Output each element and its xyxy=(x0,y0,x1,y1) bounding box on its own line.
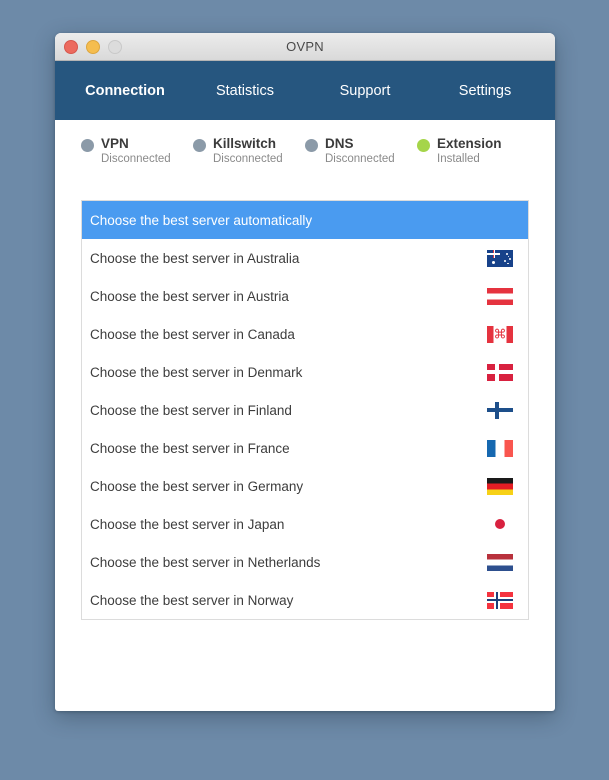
status-state-killswitch: Disconnected xyxy=(213,153,283,165)
flag-france-icon xyxy=(487,439,513,457)
main-navigation: Connection Statistics Support Settings xyxy=(55,61,555,120)
server-row-label: Choose the best server in Japan xyxy=(90,516,285,532)
zoom-window-icon[interactable] xyxy=(108,39,122,54)
server-row-label: Choose the best server in Canada xyxy=(90,326,295,342)
list-item[interactable]: Choose the best server in Australia xyxy=(82,239,528,277)
title-bar: OVPN xyxy=(55,33,555,61)
list-item[interactable]: Choose the best server in Netherlands xyxy=(82,543,528,581)
status-dot-icon xyxy=(193,139,206,152)
status-label-dns: DNS xyxy=(325,136,354,151)
server-row-label: Choose the best server in Netherlands xyxy=(90,554,321,570)
minimize-window-icon[interactable] xyxy=(86,39,100,54)
status-item-vpn: VPN Disconnected xyxy=(81,136,193,168)
server-row-label: Choose the best server in Germany xyxy=(90,478,304,494)
list-item[interactable]: Choose the best server in Canada ⌘ xyxy=(82,315,528,353)
server-row-label: Choose the best server in Denmark xyxy=(90,364,303,380)
status-item-dns: DNS Disconnected xyxy=(305,136,417,168)
close-window-icon[interactable] xyxy=(64,39,78,54)
flag-japan-icon xyxy=(487,515,513,533)
list-item[interactable]: Choose the best server in Denmark xyxy=(82,353,528,391)
server-row-label: Choose the best server automatically xyxy=(90,212,313,228)
status-indicators: VPN Disconnected Killswitch Disconnected… xyxy=(55,120,555,168)
tab-statistics[interactable]: Statistics xyxy=(185,83,305,99)
window-title: OVPN xyxy=(286,39,324,54)
list-item[interactable]: Choose the best server in Japan xyxy=(82,505,528,543)
status-label-extension: Extension xyxy=(437,136,502,151)
status-state-extension: Installed xyxy=(437,153,480,165)
server-row-label: Choose the best server in Finland xyxy=(90,402,292,418)
server-row-label: Choose the best server in Austria xyxy=(90,288,289,304)
status-state-vpn: Disconnected xyxy=(101,153,171,165)
tab-support[interactable]: Support xyxy=(305,83,425,99)
status-dot-icon xyxy=(305,139,318,152)
flag-norway-icon xyxy=(487,591,513,609)
list-item[interactable]: Choose the best server in Norway xyxy=(82,581,528,619)
flag-netherlands-icon xyxy=(487,553,513,571)
status-state-dns: Disconnected xyxy=(325,153,395,165)
list-item[interactable]: Choose the best server in Germany xyxy=(82,467,528,505)
status-dot-icon xyxy=(81,139,94,152)
list-item[interactable]: Choose the best server in Finland xyxy=(82,391,528,429)
status-item-killswitch: Killswitch Disconnected xyxy=(193,136,305,168)
app-window: OVPN Connection Statistics Support Setti… xyxy=(55,33,555,711)
server-list: Choose the best server automatically Cho… xyxy=(81,200,529,620)
tab-connection[interactable]: Connection xyxy=(65,83,185,99)
window-controls xyxy=(64,33,122,60)
status-label-vpn: VPN xyxy=(101,136,129,151)
flag-canada-icon: ⌘ xyxy=(487,325,513,343)
tab-settings[interactable]: Settings xyxy=(425,83,545,99)
flag-finland-icon xyxy=(487,401,513,419)
maple-leaf-icon: ⌘ xyxy=(493,326,507,342)
flag-australia-icon xyxy=(487,249,513,267)
list-item[interactable]: Choose the best server in France xyxy=(82,429,528,467)
server-row-label: Choose the best server in France xyxy=(90,440,290,456)
list-item[interactable]: Choose the best server automatically xyxy=(82,201,528,239)
status-item-extension: Extension Installed xyxy=(417,136,529,168)
flag-austria-icon xyxy=(487,287,513,305)
status-label-killswitch: Killswitch xyxy=(213,136,277,151)
list-item[interactable]: Choose the best server in Austria xyxy=(82,277,528,315)
flag-denmark-icon xyxy=(487,363,513,381)
status-dot-icon xyxy=(417,139,430,152)
server-row-label: Choose the best server in Norway xyxy=(90,592,294,608)
flag-germany-icon xyxy=(487,477,513,495)
server-row-label: Choose the best server in Australia xyxy=(90,250,300,266)
